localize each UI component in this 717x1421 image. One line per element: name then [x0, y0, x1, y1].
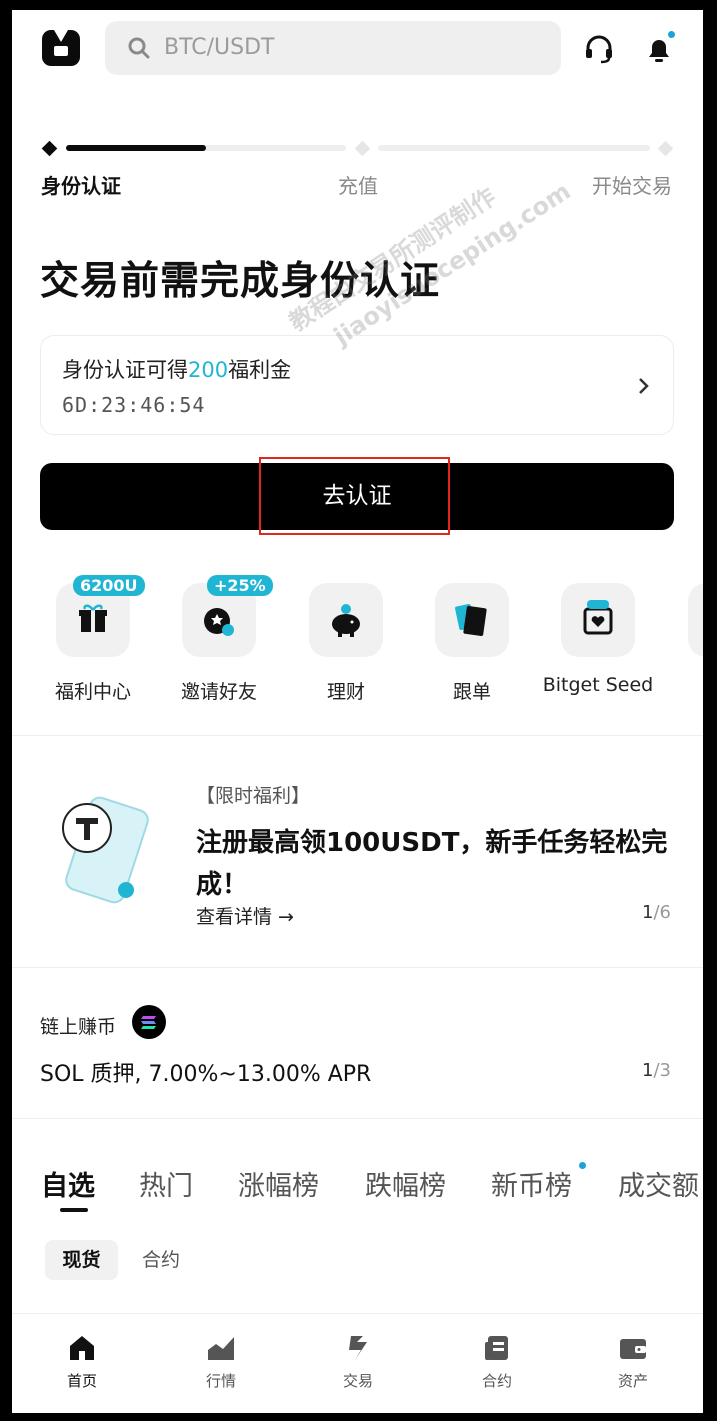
sol-staking-text[interactable]: SOL 质押, 7.00%~13.00% APR	[40, 1056, 371, 1088]
step-trade: 开始交易	[592, 174, 672, 198]
usdt-phone-illustration	[62, 796, 149, 904]
promo-details-link[interactable]: 查看详情 →	[196, 902, 294, 929]
tab-losers[interactable]: 跌幅榜	[365, 1164, 446, 1203]
headset-icon[interactable]	[582, 32, 616, 66]
search-icon	[128, 37, 150, 59]
markets-icon	[208, 1337, 234, 1360]
promo-tag: 【限时福利】	[196, 785, 311, 807]
app-screen: BTC/USDT 身份认证 充值 开始交易 交易前需完成身份认证 身份认证可得2…	[12, 10, 703, 1413]
chain-earn-label: 链上赚币	[40, 1016, 117, 1038]
quick-link-copy-trade[interactable]	[435, 583, 509, 657]
meme-icon	[583, 600, 613, 635]
futures-icon	[485, 1336, 508, 1360]
reward-card[interactable]: 身份认证可得200福利金 6D:23:46:54	[40, 335, 674, 435]
rewards-badge: 6200U	[73, 575, 145, 596]
quick-link-label: Bitget Seed	[542, 674, 654, 696]
quick-link-more[interactable]	[688, 583, 703, 657]
countdown: 6D:23:46:54	[62, 393, 206, 417]
bitget-logo-icon[interactable]	[42, 30, 80, 66]
chevron-right-icon	[639, 378, 649, 394]
nav-markets[interactable]: 行情	[161, 1334, 281, 1391]
highlight-box	[259, 457, 450, 535]
wallet-icon	[620, 1339, 646, 1359]
reward-text: 身份认证可得200福利金	[62, 358, 292, 382]
quick-link-label: 邀请好友	[180, 681, 257, 703]
quick-link-seed[interactable]	[561, 583, 635, 657]
step-marker	[354, 140, 371, 157]
promo-pager: 1/6	[642, 902, 671, 923]
divider	[12, 967, 703, 968]
step-identity: 身份认证	[41, 174, 121, 198]
search-input[interactable]: BTC/USDT	[105, 21, 561, 75]
tab-new-listings[interactable]: 新币榜	[491, 1164, 572, 1203]
quick-link-label: 理财	[326, 681, 365, 703]
invite-badge: +25%	[207, 575, 273, 596]
chain-pager: 1/3	[642, 1060, 671, 1081]
step-marker	[657, 140, 674, 157]
quick-link-label: 跟单	[452, 681, 491, 703]
nav-assets[interactable]: 资产	[573, 1334, 693, 1391]
notification-dot	[668, 31, 675, 38]
quick-link-earn[interactable]	[309, 583, 383, 657]
tab-hot[interactable]: 热门	[139, 1164, 193, 1203]
segment-futures[interactable]: 合约	[142, 1240, 180, 1280]
trade-icon	[349, 1336, 367, 1360]
new-listings-dot	[579, 1162, 586, 1169]
tab-underline	[60, 1208, 88, 1212]
search-placeholder: BTC/USDT	[164, 35, 275, 60]
divider	[12, 735, 703, 736]
quick-link-label: 福利中心	[54, 681, 131, 703]
piggy-bank-icon	[332, 604, 360, 637]
promo-title[interactable]: 注册最高领100USDT，新手任务轻松完成！	[196, 822, 676, 906]
step-marker-active	[41, 140, 58, 157]
step-deposit: 充值	[338, 174, 378, 198]
divider	[12, 1118, 703, 1119]
progress-fill	[66, 145, 206, 151]
nav-futures[interactable]: 合约	[437, 1334, 557, 1391]
tab-volume[interactable]: 成交额	[618, 1164, 699, 1203]
solana-icon	[132, 1005, 166, 1039]
home-icon	[70, 1336, 94, 1360]
copy-trade-icon	[455, 603, 487, 636]
nav-home[interactable]: 首页	[22, 1334, 142, 1391]
tab-watchlist[interactable]: 自选	[41, 1164, 95, 1203]
segment-spot[interactable]: 现货	[45, 1240, 118, 1280]
bottom-nav: 首页 行情 交易 合约 资产	[12, 1313, 703, 1413]
nav-trade[interactable]: 交易	[298, 1334, 418, 1391]
progress-track-2	[378, 145, 650, 151]
tab-gainers[interactable]: 涨幅榜	[238, 1164, 319, 1203]
